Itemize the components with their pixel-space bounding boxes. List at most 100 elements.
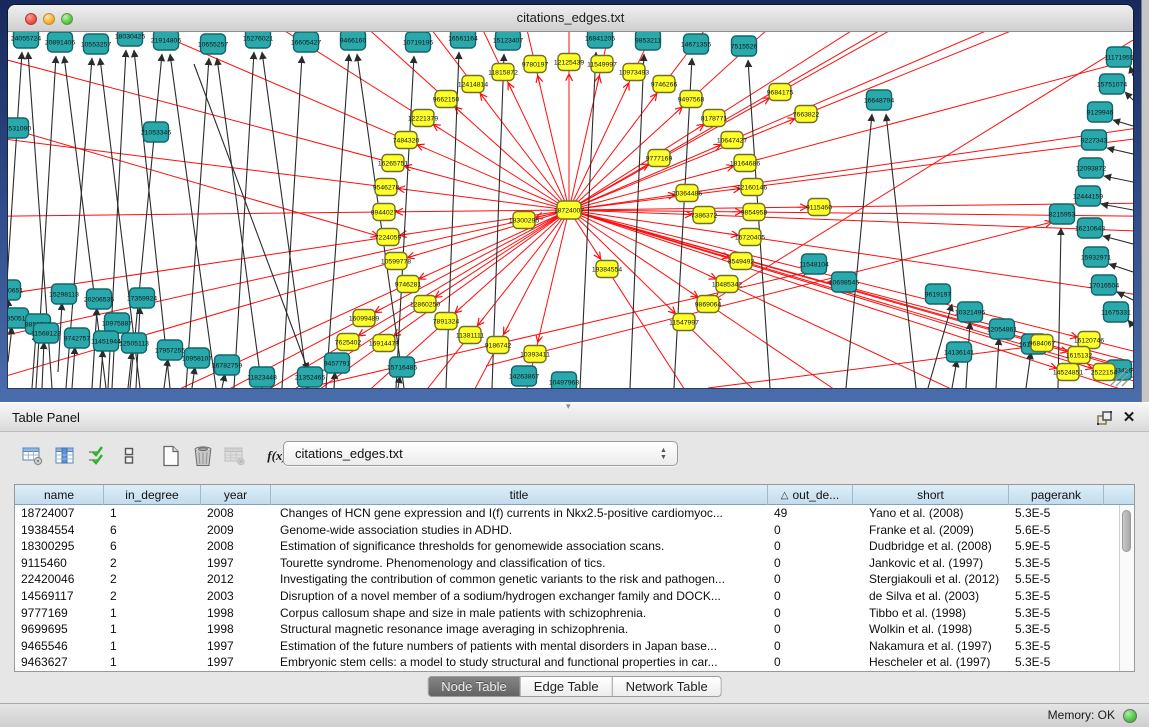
graph-node[interactable]: 8944027	[371, 204, 398, 221]
graph-node[interactable]: 15751074	[1097, 74, 1127, 94]
graph-node[interactable]: 12160146	[737, 179, 767, 196]
trash-icon[interactable]	[190, 444, 216, 468]
node-table[interactable]: namein_degreeyeartitle△out_de...shortpag…	[14, 484, 1135, 672]
graph-node[interactable]: 16782759	[212, 355, 242, 375]
graph-node[interactable]: 10321496	[955, 302, 985, 322]
column-header-pagerank[interactable]: pagerank	[1009, 485, 1104, 505]
graph-node[interactable]: 18300295	[509, 212, 539, 229]
window-titlebar[interactable]: citations_edges.txt	[8, 5, 1133, 32]
graph-node[interactable]: 11568123	[31, 323, 61, 343]
graph-node[interactable]: 9869064	[695, 296, 722, 313]
graph-node[interactable]: 9546278	[373, 179, 400, 196]
graph-node[interactable]: 9746266	[651, 76, 678, 93]
graph-node[interactable]: 7663822	[793, 106, 820, 123]
graph-node[interactable]: 7484320	[393, 132, 420, 149]
graph-node[interactable]: 9497568	[678, 91, 705, 108]
graph-node[interactable]: 8215953	[1049, 204, 1076, 224]
graph-node[interactable]: 7891324	[433, 313, 460, 330]
table-row[interactable]: 911546021997Tourette syndrome. Phenomeno…	[15, 555, 1134, 572]
graph-node[interactable]: 11823448	[247, 367, 277, 387]
graph-node[interactable]: 12860250	[410, 296, 440, 313]
table-row[interactable]: 2242004622012Investigating the contribut…	[15, 571, 1134, 588]
table-row[interactable]: 946362711997Embryonic stem cells: a mode…	[15, 654, 1134, 671]
graph-node[interactable]: 1615132	[1066, 347, 1093, 364]
tab-node-table[interactable]: Node Table	[427, 676, 521, 697]
graph-node[interactable]: 12125439	[554, 54, 584, 71]
graph-node[interactable]: 14263867	[509, 366, 539, 386]
graph-node[interactable]: 14524851	[1053, 364, 1083, 381]
graph-node[interactable]: 9684067	[1029, 335, 1056, 352]
graph-node[interactable]: 7224059	[375, 229, 402, 246]
graph-node[interactable]: 18030425	[115, 32, 145, 46]
graph-node[interactable]: 10647427	[717, 132, 747, 149]
graph-node[interactable]: 9227343	[1081, 130, 1108, 150]
graph-node[interactable]: 7386372	[691, 207, 718, 224]
splitter-arrow-icon[interactable]: ▾	[566, 401, 571, 412]
graph-node[interactable]: 9746281	[395, 276, 422, 293]
network-canvas[interactable]: 2405572420891406 10553257 18030425 21914806…	[8, 32, 1133, 388]
new-document-icon[interactable]	[158, 444, 184, 468]
graph-node[interactable]: 16561164	[448, 32, 478, 48]
graph-node[interactable]: 9684175	[767, 84, 794, 101]
graph-node[interactable]: 9466160	[340, 32, 367, 50]
graph-node[interactable]: 9115460	[806, 199, 832, 216]
graph-node[interactable]: 9742757	[64, 328, 91, 348]
graph-node[interactable]: 7625402	[335, 334, 362, 351]
vertical-scrollbar[interactable]	[1119, 505, 1134, 671]
graph-node[interactable]: 15123407	[493, 32, 523, 50]
table-body[interactable]: 1872400712008Changes of HCN gene express…	[15, 505, 1134, 671]
graph-node[interactable]: 16265751	[378, 155, 408, 172]
tab-network-table[interactable]: Network Table	[613, 676, 722, 697]
graph-node[interactable]: 2522154	[1091, 364, 1118, 381]
citation-network-graph[interactable]: 2405572420891406 10553257 18030425 21914806…	[8, 32, 1133, 388]
graph-node[interactable]: 16720405	[735, 229, 765, 246]
table-row[interactable]: 946554611997Estimation of the future num…	[15, 638, 1134, 655]
graph-node[interactable]: 21914806	[151, 32, 181, 50]
graph-node[interactable]: 9662150	[433, 91, 460, 108]
select-all-icon[interactable]	[84, 444, 110, 468]
graph-node[interactable]: 11451944	[91, 331, 121, 351]
graph-node[interactable]: 15276021	[243, 32, 273, 48]
graph-node[interactable]: 9853211	[635, 32, 661, 50]
table-row[interactable]: 977716911998Corpus callosum shape and si…	[15, 605, 1134, 622]
graph-node[interactable]: 10973493	[619, 64, 649, 81]
graph-node[interactable]: 16841205	[585, 32, 615, 48]
column-header-short[interactable]: short	[853, 485, 1009, 505]
graph-node[interactable]: 9129946	[1087, 102, 1114, 122]
graph-node[interactable]: 8178771	[701, 110, 728, 127]
close-icon[interactable]: ✕	[1121, 408, 1137, 428]
column-header-in_degree[interactable]: in_degree	[104, 485, 201, 505]
graph-node[interactable]: 10553257	[81, 34, 111, 54]
graph-node[interactable]: 7515526	[731, 36, 758, 56]
graph-node[interactable]: 21053346	[141, 122, 171, 142]
graph-node[interactable]: 20891406	[45, 32, 75, 52]
graph-node[interactable]: 24055724	[11, 32, 41, 48]
graph-node[interactable]: 20531090	[8, 118, 31, 138]
table-row[interactable]: 1872400712008Changes of HCN gene express…	[15, 505, 1134, 522]
graph-node[interactable]: 16605427	[291, 32, 321, 52]
graph-node[interactable]: 9780197	[522, 56, 549, 73]
graph-node[interactable]: 11815872	[488, 64, 518, 81]
memory-ok-indicator-icon[interactable]	[1123, 709, 1137, 723]
graph-node[interactable]: 10975887	[102, 313, 132, 333]
graph-node[interactable]: 18164686	[730, 155, 760, 172]
graph-node[interactable]: 20364486	[672, 185, 702, 202]
graph-node[interactable]: 16210643	[1075, 218, 1105, 238]
graph-node[interactable]: 12505113	[119, 333, 149, 353]
table-row[interactable]: 969969511998Structural magnetic resonanc…	[15, 621, 1134, 638]
graph-node[interactable]: 17359924	[127, 288, 157, 308]
tab-edge-table[interactable]: Edge Table	[521, 676, 613, 697]
graph-node[interactable]: 19384554	[592, 261, 622, 278]
graph-node[interactable]: 12414814	[458, 76, 488, 93]
graph-node[interactable]: 10719195	[403, 32, 433, 52]
table-settings-icon[interactable]	[20, 444, 46, 468]
graph-node[interactable]: 11171955	[1104, 47, 1133, 67]
graph-node[interactable]: 9854958	[741, 204, 768, 221]
graph-node[interactable]: 14671355	[681, 34, 711, 54]
column-header-title[interactable]: title	[271, 485, 768, 505]
graph-node[interactable]: 9777169	[646, 150, 673, 167]
graph-node[interactable]: 10698545	[829, 272, 859, 292]
table-row[interactable]: 1456911722003Disruption of a novel membe…	[15, 588, 1134, 605]
table-selector-dropdown[interactable]: citations_edges.txt ▲▼	[283, 441, 678, 466]
graph-node[interactable]: 8549492	[728, 253, 755, 270]
